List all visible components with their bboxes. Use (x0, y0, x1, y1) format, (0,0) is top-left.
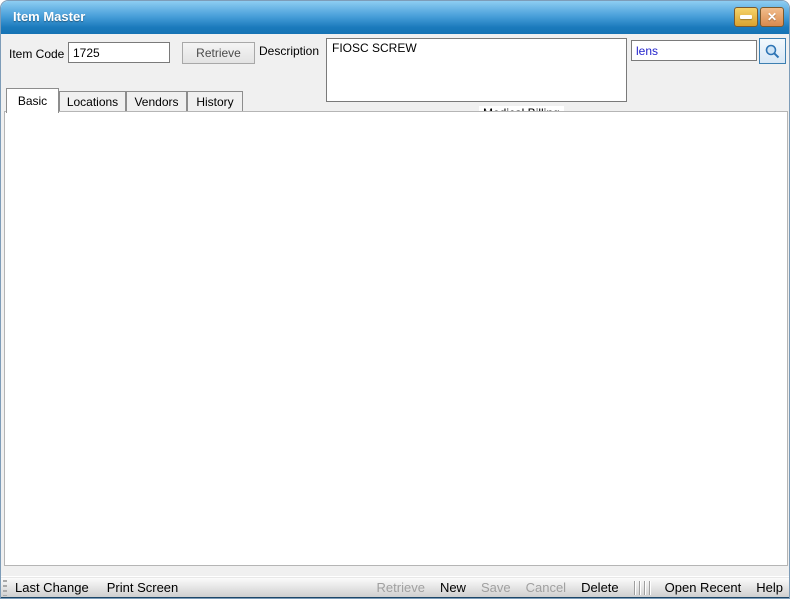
minimize-button[interactable] (734, 7, 758, 27)
tab-page-basic (4, 111, 788, 566)
item-code-label: Item Code (9, 47, 64, 61)
help-button[interactable]: Help (756, 580, 783, 595)
statusbar-separator (634, 581, 650, 595)
search-icon (764, 43, 781, 60)
statusbar: Last Change Print Screen Retrieve New Sa… (1, 576, 790, 599)
window-title: Item Master (13, 9, 85, 24)
last-change-button[interactable]: Last Change (15, 580, 89, 595)
tab-history[interactable]: History (187, 91, 243, 112)
search-input[interactable] (631, 40, 757, 61)
minimize-icon (740, 15, 752, 19)
close-icon (767, 10, 777, 24)
delete-button[interactable]: Delete (581, 580, 619, 595)
item-master-window: Item Master Item Code Retrieve Descripti… (0, 0, 790, 599)
cancel-button: Cancel (526, 580, 566, 595)
retrieve-button[interactable]: Retrieve (182, 42, 255, 64)
description-textarea[interactable]: FIOSC SCREW (326, 38, 627, 102)
new-button[interactable]: New (440, 580, 466, 595)
open-recent-button[interactable]: Open Recent (665, 580, 742, 595)
tab-locations[interactable]: Locations (59, 91, 126, 112)
statusbar-grip-icon (3, 580, 7, 596)
description-label: Description (259, 44, 319, 58)
save-button: Save (481, 580, 511, 595)
item-code-input[interactable] (68, 42, 170, 63)
close-button[interactable] (760, 7, 784, 27)
retrieve-statusbar-button: Retrieve (377, 580, 425, 595)
tab-basic[interactable]: Basic (6, 88, 59, 113)
search-button[interactable] (759, 38, 786, 64)
tab-vendors[interactable]: Vendors (126, 91, 187, 112)
print-screen-button[interactable]: Print Screen (107, 580, 179, 595)
titlebar: Item Master (1, 1, 790, 34)
